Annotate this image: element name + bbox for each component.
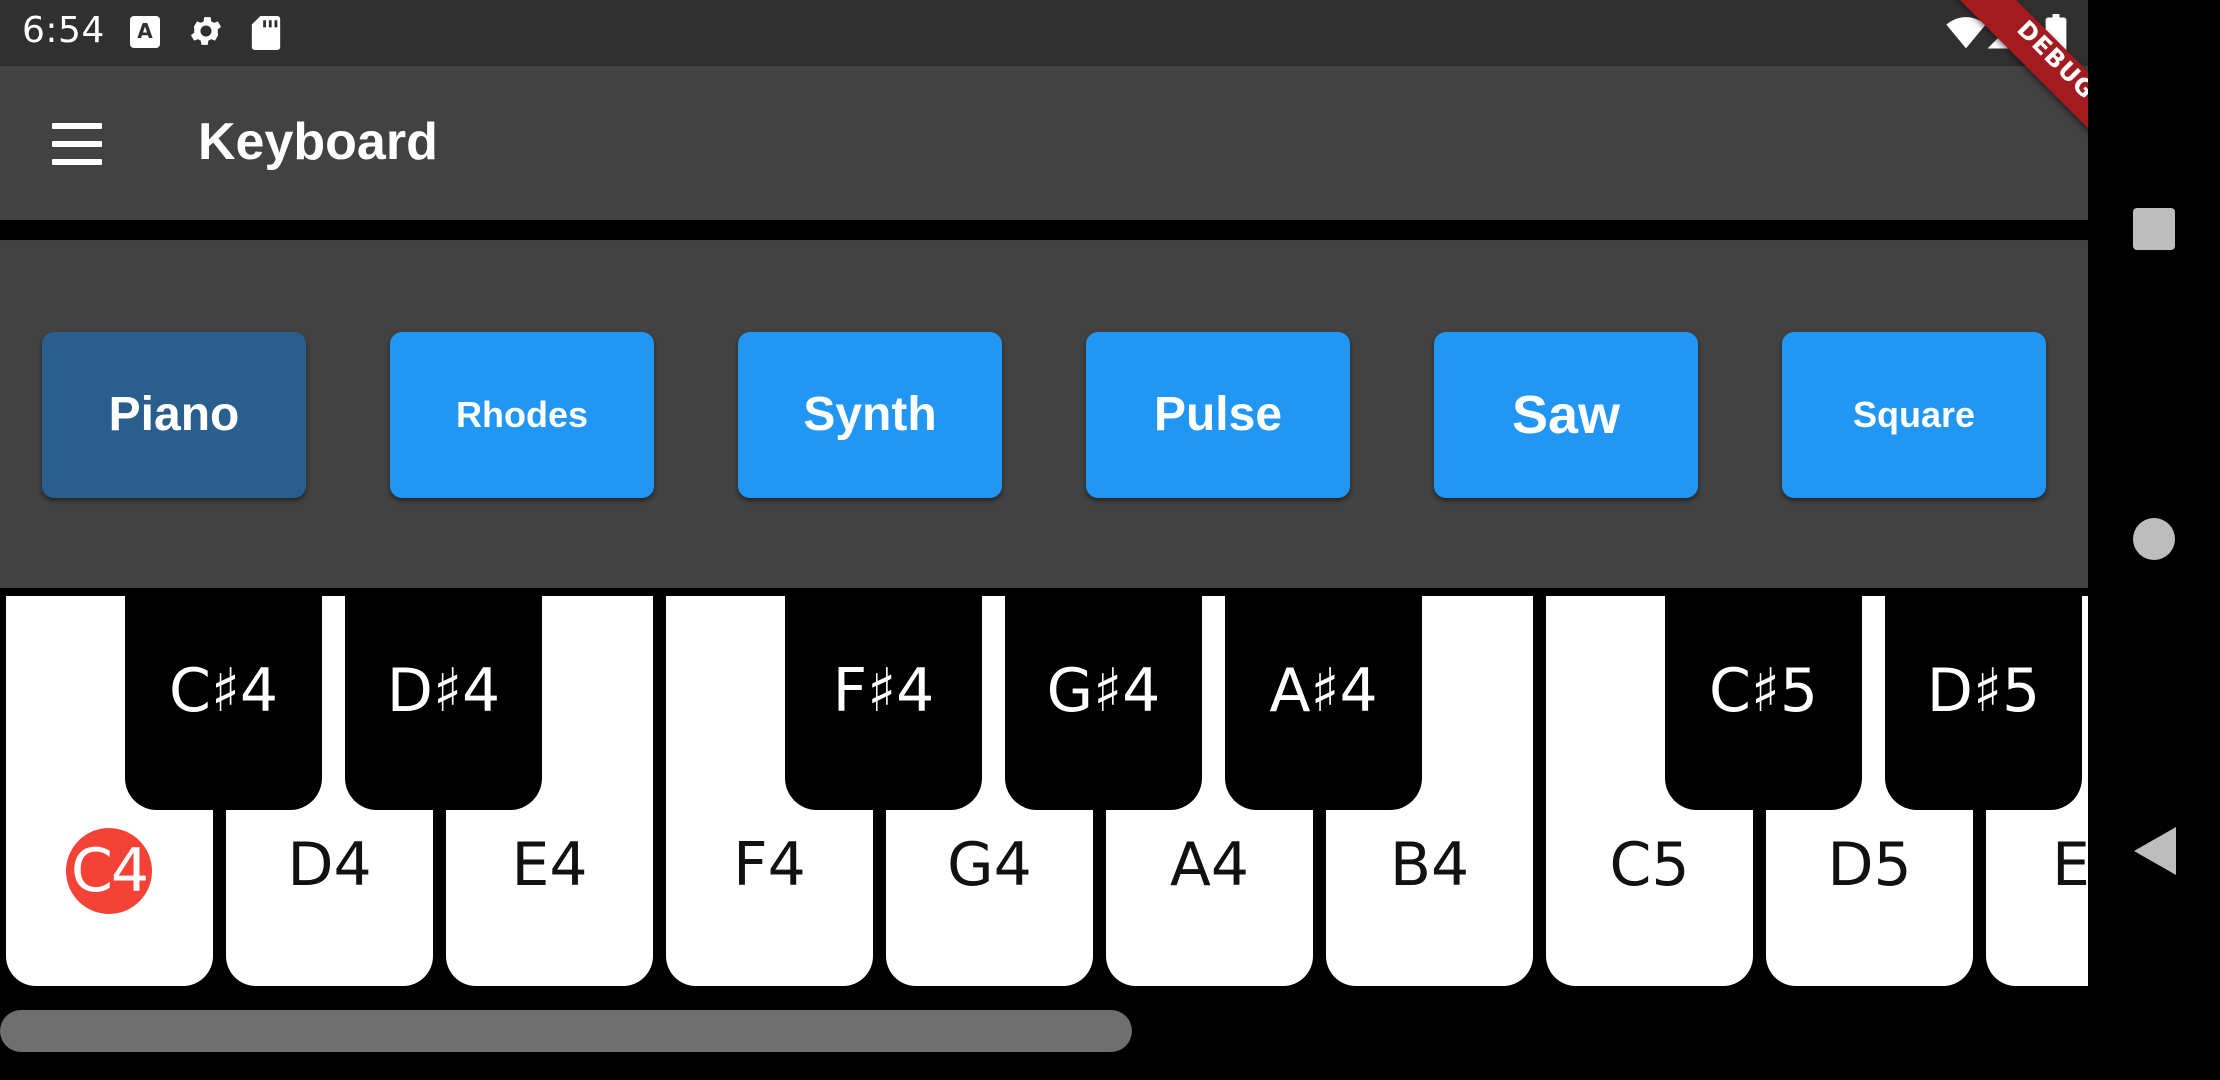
black-key-label: A♯4 bbox=[1269, 656, 1378, 726]
black-key-g-sharp-4[interactable]: G♯4 bbox=[1005, 596, 1202, 810]
pulse-button[interactable]: Pulse bbox=[1086, 332, 1350, 498]
black-key-label: F♯4 bbox=[832, 656, 935, 726]
saw-button[interactable]: Saw bbox=[1434, 332, 1698, 498]
black-key-f-sharp-4[interactable]: F♯4 bbox=[785, 596, 982, 810]
active-key-badge: C4 bbox=[66, 828, 152, 914]
white-key-label: E4 bbox=[511, 830, 588, 900]
piano-button[interactable]: Piano bbox=[42, 332, 306, 498]
home-icon[interactable] bbox=[2133, 518, 2175, 560]
white-key-label: F4 bbox=[733, 830, 806, 900]
white-key-label: E bbox=[2052, 830, 2088, 900]
white-key-label: D4 bbox=[287, 830, 372, 900]
square-button[interactable]: Square bbox=[1782, 332, 2046, 498]
menu-button[interactable] bbox=[32, 109, 122, 179]
horizontal-scrollbar[interactable] bbox=[0, 1010, 1132, 1052]
black-key-label: C♯5 bbox=[1708, 656, 1819, 726]
menu-icon-bar bbox=[52, 141, 102, 147]
rhodes-button[interactable]: Rhodes bbox=[390, 332, 654, 498]
white-key-label: D5 bbox=[1827, 830, 1912, 900]
white-key-label: A4 bbox=[1169, 830, 1250, 900]
black-key-d-sharp-4[interactable]: D♯4 bbox=[345, 596, 542, 810]
white-key-label: G4 bbox=[947, 830, 1032, 900]
app-bar: Keyboard bbox=[0, 66, 2088, 220]
black-key-d-sharp-5[interactable]: D♯5 bbox=[1885, 596, 2082, 810]
piano-keyboard: C4 D4 E4 F4 G4 A4 B4 C5 D5 E C♯4 D♯4 F♯4… bbox=[0, 596, 2088, 988]
white-key-label: C4 bbox=[70, 836, 149, 906]
synth-button[interactable]: Synth bbox=[738, 332, 1002, 498]
white-key-label: B4 bbox=[1389, 830, 1470, 900]
app: 6:54 A DEBUG Keyboard Piano Rhodes Synth… bbox=[0, 0, 2088, 1080]
white-key-label: C5 bbox=[1609, 830, 1690, 900]
black-key-c-sharp-5[interactable]: C♯5 bbox=[1665, 596, 1862, 810]
gear-icon bbox=[190, 17, 222, 45]
menu-icon-bar bbox=[52, 159, 102, 165]
status-bar: 6:54 A bbox=[0, 0, 2088, 66]
text-badge-icon: A bbox=[130, 16, 160, 48]
recents-icon[interactable] bbox=[2133, 208, 2175, 250]
menu-icon bbox=[52, 123, 102, 129]
sd-card-icon bbox=[251, 16, 281, 50]
black-key-label: C♯4 bbox=[168, 656, 279, 726]
black-key-label: G♯4 bbox=[1046, 656, 1161, 726]
system-nav-bar bbox=[2088, 0, 2220, 1080]
black-key-c-sharp-4[interactable]: C♯4 bbox=[125, 596, 322, 810]
black-key-a-sharp-4[interactable]: A♯4 bbox=[1225, 596, 1422, 810]
black-key-label: D♯4 bbox=[386, 656, 501, 726]
instrument-selector: Piano Rhodes Synth Pulse Saw Square bbox=[0, 240, 2088, 588]
page-title: Keyboard bbox=[198, 113, 438, 171]
back-icon[interactable] bbox=[2134, 827, 2176, 875]
black-key-label: D♯5 bbox=[1926, 656, 2041, 726]
status-time: 6:54 bbox=[22, 10, 105, 51]
